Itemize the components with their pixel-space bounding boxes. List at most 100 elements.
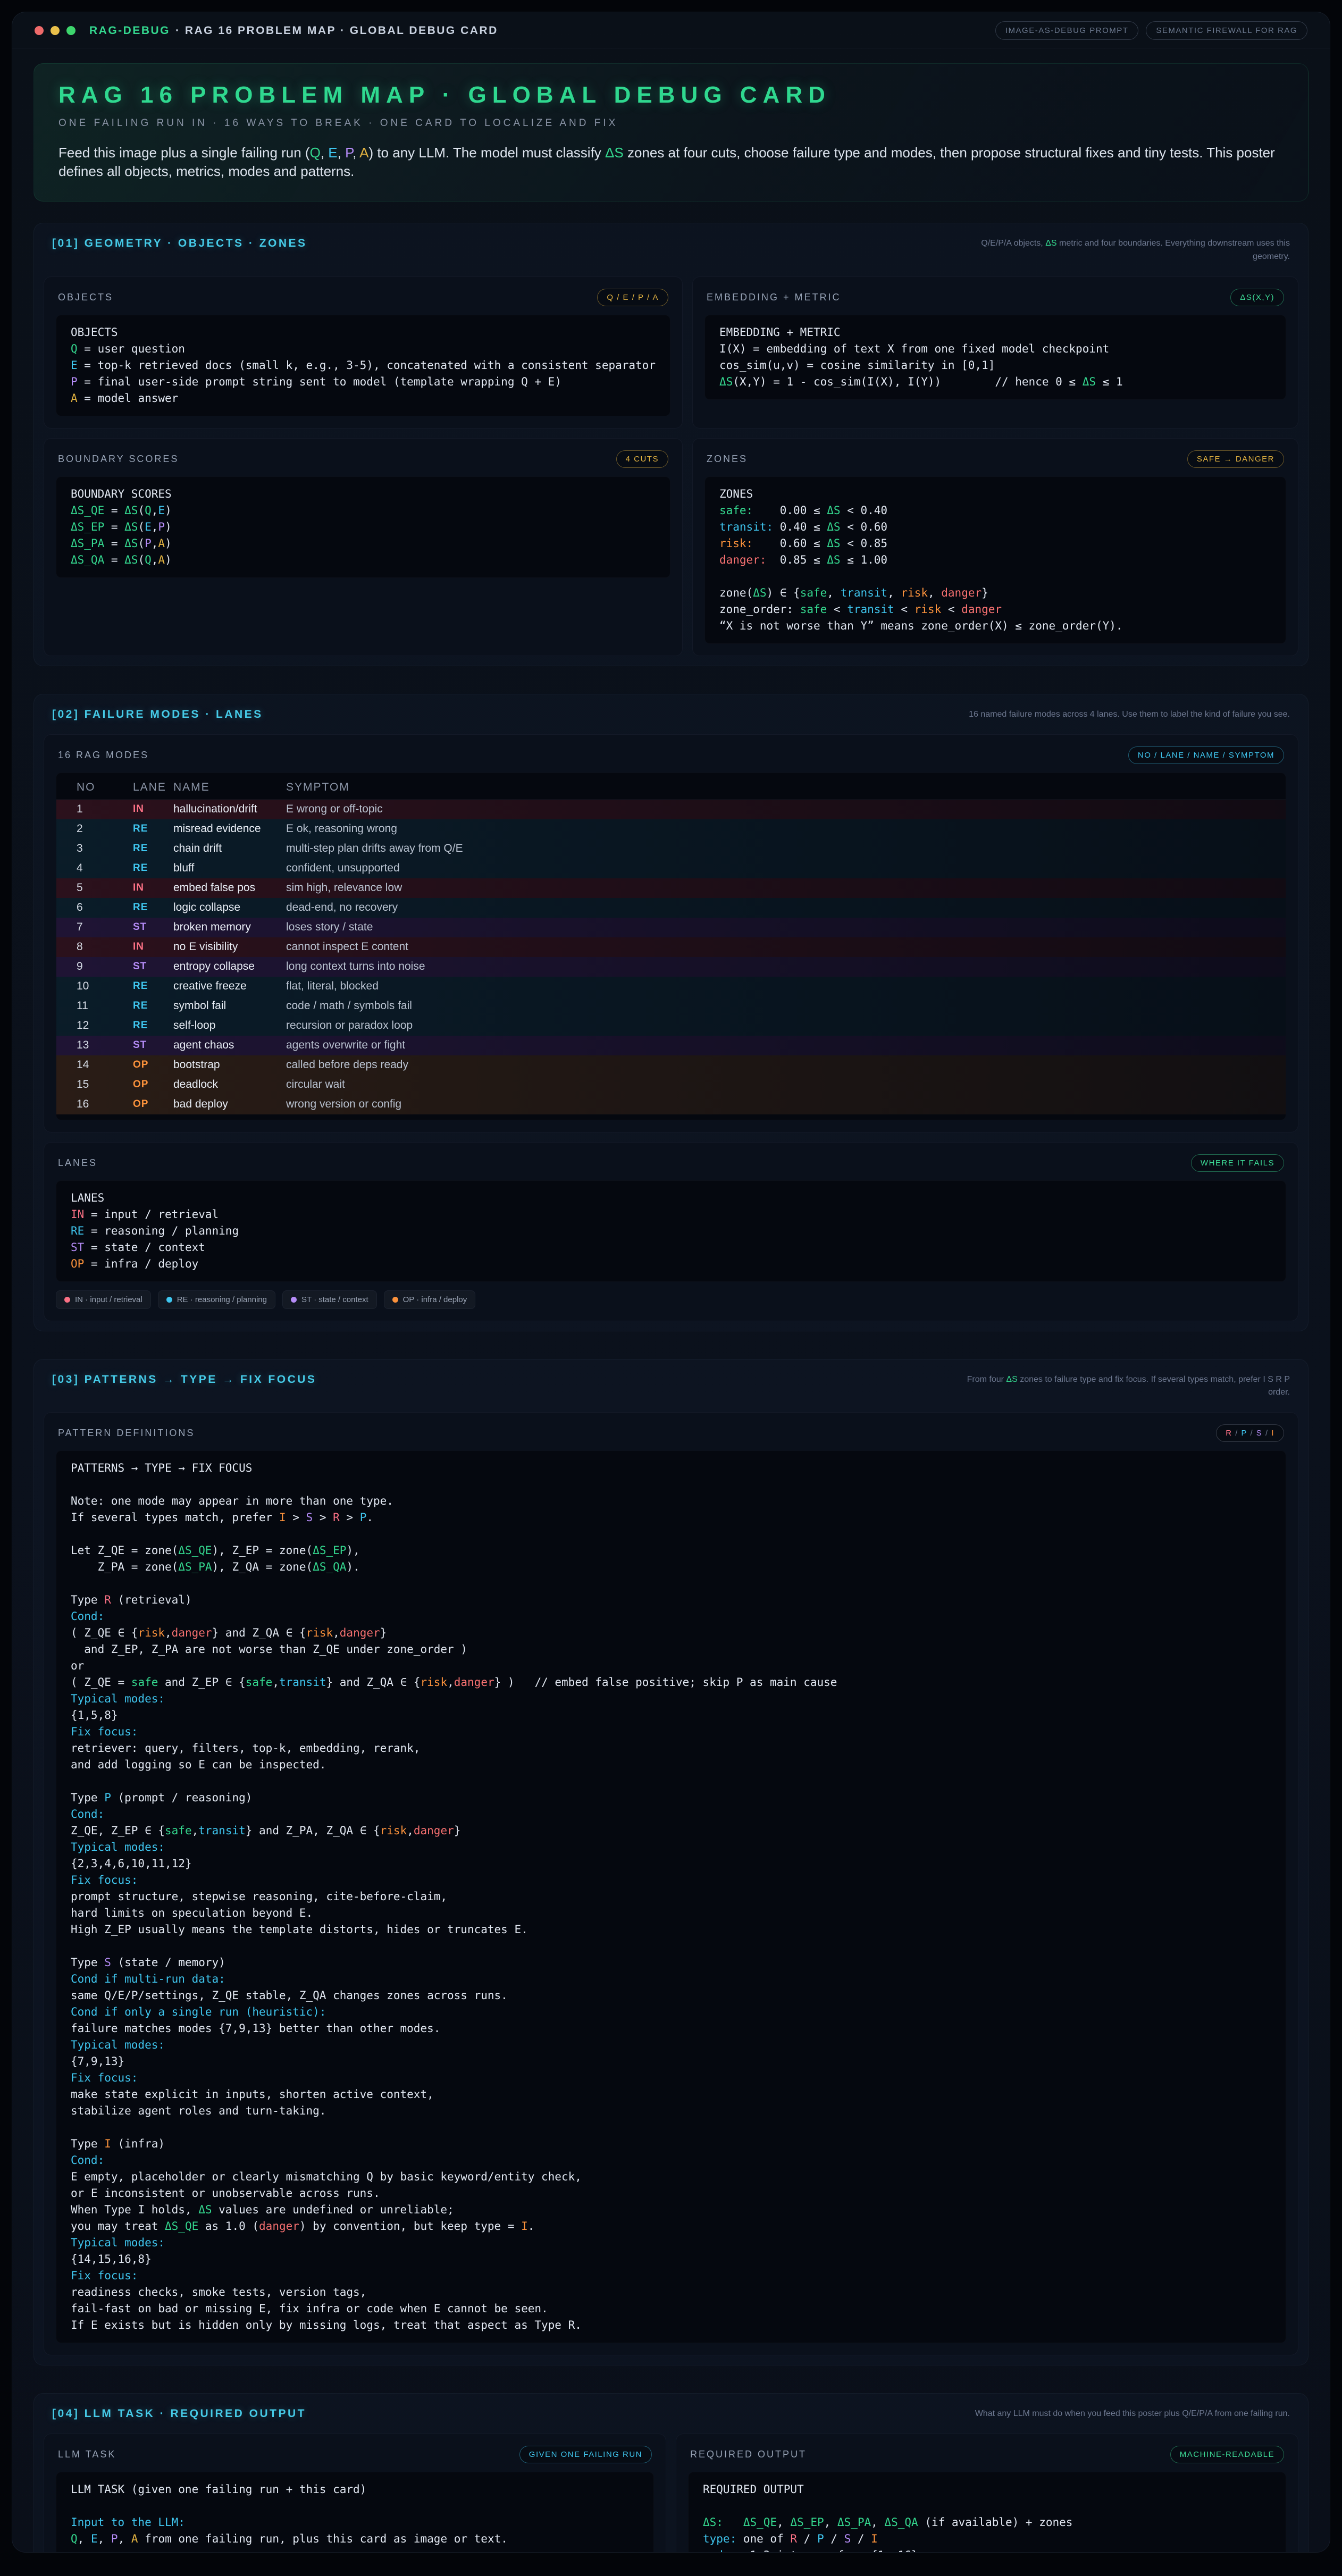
objects-badge: Q / E / P / A xyxy=(597,289,668,306)
mode-cell-name: deadlock xyxy=(173,1078,286,1091)
code-line: zone_order: safe < transit < risk < dang… xyxy=(719,601,1271,618)
code-line: Typical modes: xyxy=(71,2037,1271,2053)
code-line: {1,5,8} xyxy=(71,1707,1271,1724)
section-llm-task-title: [04] LLM TASK · REQUIRED OUTPUT xyxy=(52,2407,306,2420)
code-line: Typical modes: xyxy=(71,1691,1271,1707)
required-output-panel: REQUIRED OUTPUT MACHINE-READABLE REQUIRE… xyxy=(676,2434,1298,2553)
code-line: Note: one mode may appear in more than o… xyxy=(71,1493,1271,1509)
mode-cell-symptom: cannot inspect E content xyxy=(286,941,1286,953)
window-title: · RAG 16 PROBLEM MAP · GLOBAL DEBUG CARD xyxy=(175,24,498,37)
mode-cell-symptom: agents overwrite or fight xyxy=(286,1039,1286,1052)
mode-cell-symptom: confident, unsupported xyxy=(286,862,1286,875)
code-line: Q, E, P, A from one failing run, plus th… xyxy=(71,2531,639,2547)
mode-cell-name: misread evidence xyxy=(173,823,286,835)
mode-cell-lane: RE xyxy=(133,862,173,874)
code-line: risk: 0.60 ≤ ΔS < 0.85 xyxy=(719,535,1271,552)
maximize-window-button[interactable] xyxy=(66,26,76,35)
mode-cell-lane: ST xyxy=(133,921,173,933)
titlebar-badge: IMAGE-AS-DEBUG PROMPT xyxy=(995,21,1139,40)
code-line: ST = state / context xyxy=(71,1239,1271,1256)
mode-cell-symptom: loses story / state xyxy=(286,921,1286,934)
mode-cell-symptom: E ok, reasoning wrong xyxy=(286,823,1286,835)
code-line: I(X) = embedding of text X from one fixe… xyxy=(719,341,1271,357)
mode-cell-lane: RE xyxy=(133,823,173,835)
mode-cell-no: 5 xyxy=(77,882,133,894)
code-line: BOUNDARY SCORES xyxy=(71,486,656,502)
code-line: ( Z_QE ∈ {risk,danger} and Z_QA ∈ {risk,… xyxy=(71,1625,1271,1641)
close-window-button[interactable] xyxy=(35,26,44,35)
minimize-window-button[interactable] xyxy=(51,26,60,35)
code-line: ΔS_QA = ΔS(Q,A) xyxy=(71,552,656,568)
code-line: P = final user-side prompt string sent t… xyxy=(71,374,656,390)
code-line: ZONES xyxy=(719,486,1271,502)
code-line: Cond: xyxy=(71,1608,1271,1625)
mode-row: 8INno E visibilitycannot inspect E conte… xyxy=(56,937,1286,957)
lane-dot-icon xyxy=(64,1297,70,1303)
embedding-panel: EMBEDDING + METRIC ΔS(X,Y) EMBEDDING + M… xyxy=(692,276,1298,429)
code-line: Typical modes: xyxy=(71,2235,1271,2251)
mode-row: 16OPbad deploywrong version or config xyxy=(56,1095,1286,1114)
lanes-panel: LANES WHERE IT FAILS LANESIN = input / r… xyxy=(44,1142,1298,1321)
mode-cell-no: 16 xyxy=(77,1098,133,1111)
boundary-scores-label: BOUNDARY SCORES xyxy=(58,454,179,465)
llm-task-code-block: LLM TASK (given one failing run + this c… xyxy=(56,2472,654,2553)
section-llm-task: [04] LLM TASK · REQUIRED OUTPUT What any… xyxy=(33,2393,1309,2553)
lane-legend-label: OP · infra / deploy xyxy=(403,1295,467,1304)
mode-cell-no: 12 xyxy=(77,1019,133,1032)
code-line: Fix focus: xyxy=(71,1872,1271,1889)
code-line: ΔS_PA = ΔS(P,A) xyxy=(71,535,656,552)
lane-legend-chip: RE · reasoning / planning xyxy=(158,1290,275,1309)
objects-panel-label: OBJECTS xyxy=(58,292,113,303)
mode-cell-lane: OP xyxy=(133,1059,173,1071)
mode-cell-name: bad deploy xyxy=(173,1098,286,1111)
code-line: stabilize agent roles and turn-taking. xyxy=(71,2103,1271,2119)
window-controls xyxy=(35,26,76,35)
mode-row: 12REself-looprecursion or paradox loop xyxy=(56,1016,1286,1036)
lane-dot-icon xyxy=(166,1297,172,1303)
code-line: prompt structure, stepwise reasoning, ci… xyxy=(71,1889,1271,1905)
mode-cell-no: 11 xyxy=(77,1000,133,1012)
mode-cell-symptom: flat, literal, blocked xyxy=(286,980,1286,993)
mode-cell-lane: RE xyxy=(133,843,173,854)
code-line xyxy=(71,2119,1271,2136)
required-output-code-block: REQUIRED OUTPUT ΔS: ΔS_QE, ΔS_EP, ΔS_PA,… xyxy=(688,2472,1286,2553)
pattern-types-badge: R / P / S / I xyxy=(1216,1424,1284,1442)
section-llm-task-note: What any LLM must do when you feed this … xyxy=(975,2407,1290,2421)
pattern-definitions-code-block: PATTERNS → TYPE → FIX FOCUS Note: one mo… xyxy=(56,1450,1286,2343)
llm-task-badge: GIVEN ONE FAILING RUN xyxy=(519,2446,652,2463)
code-line xyxy=(703,2498,1271,2514)
mode-row: 9STentropy collapselong context turns in… xyxy=(56,957,1286,977)
mode-row: 5INembed false possim high, relevance lo… xyxy=(56,878,1286,898)
code-line xyxy=(71,1526,1271,1542)
mode-cell-name: creative freeze xyxy=(173,980,286,993)
mode-row: 7STbroken memoryloses story / state xyxy=(56,918,1286,937)
code-line: Cond if only a single run (heuristic): xyxy=(71,2004,1271,2020)
code-line: E empty, placeholder or clearly mismatch… xyxy=(71,2169,1271,2185)
code-line xyxy=(71,2547,639,2553)
code-line: and add logging so E can be inspected. xyxy=(71,1757,1271,1773)
modes-table: NO LANE NAME SYMPTOM 1INhallucination/dr… xyxy=(56,773,1286,1120)
code-line: fail-fast on bad or missing E, fix infra… xyxy=(71,2301,1271,2317)
lane-legend-chip: ST · state / context xyxy=(282,1290,377,1309)
required-output-badge: MACHINE-READABLE xyxy=(1170,2446,1284,2463)
mode-cell-no: 6 xyxy=(77,901,133,914)
code-line: IN = input / retrieval xyxy=(71,1206,1271,1223)
mode-cell-lane: OP xyxy=(133,1079,173,1090)
code-line: or E inconsistent or unobservable across… xyxy=(71,2185,1271,2202)
mode-cell-symptom: dead-end, no recovery xyxy=(286,901,1286,914)
code-line: and Z_EP, Z_PA are not worse than Z_QE u… xyxy=(71,1641,1271,1658)
column-header-symptom: SYMPTOM xyxy=(286,781,1286,794)
modes-table-body: 1INhallucination/driftE wrong or off-top… xyxy=(56,800,1286,1114)
lane-legend-label: IN · input / retrieval xyxy=(75,1295,142,1304)
code-line: Type R (retrieval) xyxy=(71,1592,1271,1608)
lane-legend-chip: OP · infra / deploy xyxy=(384,1290,476,1309)
mode-cell-name: logic collapse xyxy=(173,901,286,914)
mode-cell-name: no E visibility xyxy=(173,941,286,953)
mode-cell-lane: RE xyxy=(133,1020,173,1031)
mode-cell-no: 7 xyxy=(77,921,133,934)
code-line: If several types match, prefer I > S > R… xyxy=(71,1509,1271,1526)
code-line: ΔS_EP = ΔS(E,P) xyxy=(71,519,656,535)
modes-table-badge: NO / LANE / NAME / SYMPTOM xyxy=(1128,746,1284,764)
mode-cell-symptom: code / math / symbols fail xyxy=(286,1000,1286,1012)
lane-dot-icon xyxy=(392,1297,398,1303)
